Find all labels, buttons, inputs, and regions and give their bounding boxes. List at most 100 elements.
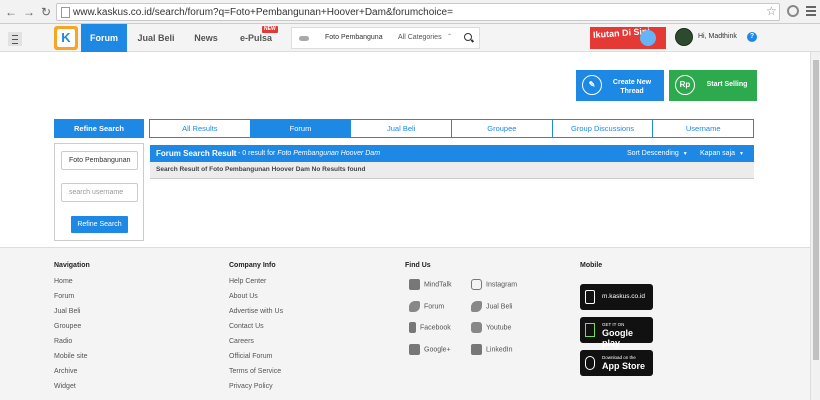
footer-link[interactable]: Widget xyxy=(54,383,90,398)
footer-link[interactable]: Jual Beli xyxy=(54,308,90,323)
refine-search-heading: Refine Search xyxy=(54,119,144,138)
instagram-icon xyxy=(471,279,482,290)
footer-heading: Company Info xyxy=(229,262,276,269)
forum-twitter-link[interactable]: Forum xyxy=(409,301,444,312)
footer-link[interactable]: Forum xyxy=(54,293,90,308)
category-select[interactable]: All Categories xyxy=(398,34,442,41)
mascot-icon xyxy=(640,30,656,46)
site-header: K Forum Jual Beli News e-Pulsa NEW Foto … xyxy=(0,24,820,52)
create-thread-button[interactable]: ✎ Create New Thread xyxy=(576,70,664,101)
hamburger-menu-icon[interactable] xyxy=(8,32,22,46)
help-icon[interactable]: ? xyxy=(747,32,757,42)
user-greeting[interactable]: Hi, Madthink xyxy=(698,33,737,40)
header-search-input[interactable]: Foto Pembanguna xyxy=(325,34,383,41)
footer: Navigation Home Forum Jual Beli Groupee … xyxy=(0,247,820,400)
tab-forum[interactable]: Forum xyxy=(249,119,352,138)
promo-banner[interactable]: Ikutan Di Sini xyxy=(590,27,666,49)
result-subtitle: - 0 result for Foto Pembangunan Hoover D… xyxy=(238,150,381,157)
pencil-icon: ✎ xyxy=(582,75,602,95)
phone-icon xyxy=(585,290,595,304)
facebook-icon xyxy=(409,322,416,333)
google-plus-icon xyxy=(409,344,420,355)
reload-icon[interactable]: ↻ xyxy=(39,5,53,19)
nav-forum[interactable]: Forum xyxy=(81,24,127,52)
time-filter-dropdown[interactable]: Kapan saja ▼ xyxy=(700,145,744,163)
mindtalk-icon xyxy=(409,279,420,290)
url-text: www.kaskus.co.id/search/forum?q=Foto+Pem… xyxy=(73,7,453,18)
username-search-input[interactable]: search username xyxy=(61,183,138,202)
footer-link[interactable]: About Us xyxy=(229,293,283,308)
refine-query-input[interactable]: Foto Pembangunan xyxy=(61,151,138,170)
result-title: Forum Search Result xyxy=(156,149,237,158)
extension-icon[interactable] xyxy=(787,5,799,17)
tab-groupee[interactable]: Groupee xyxy=(451,119,553,138)
tab-group-discussions[interactable]: Group Discussions xyxy=(551,119,654,138)
footer-find-us: Find Us xyxy=(405,262,431,278)
page-scrollbar[interactable] xyxy=(810,52,820,400)
twitter-icon xyxy=(409,301,420,312)
scrollbar-thumb[interactable] xyxy=(813,60,819,360)
footer-link[interactable]: Mobile site xyxy=(54,353,90,368)
play-store-icon xyxy=(585,323,595,337)
linkedin-link[interactable]: LinkedIn xyxy=(471,344,512,355)
bookmark-star-icon[interactable]: ☆ xyxy=(766,4,777,18)
mindtalk-link[interactable]: MindTalk xyxy=(409,279,452,290)
footer-navigation: Navigation Home Forum Jual Beli Groupee … xyxy=(54,262,90,398)
caret-down-icon: ▼ xyxy=(682,151,688,157)
footer-link[interactable]: Privacy Policy xyxy=(229,383,283,398)
footer-heading: Mobile xyxy=(580,262,603,269)
google-plus-link[interactable]: Google+ xyxy=(409,344,451,355)
twitter-icon xyxy=(471,301,482,312)
footer-heading: Navigation xyxy=(54,262,90,269)
footer-link[interactable]: Archive xyxy=(54,368,90,383)
browser-toolbar: ← → ↻ www.kaskus.co.id/search/forum?q=Fo… xyxy=(0,0,820,24)
google-play-badge[interactable]: GET IT ON Google play xyxy=(580,317,653,348)
footer-link[interactable]: Radio xyxy=(54,338,90,353)
footer-link[interactable]: Careers xyxy=(229,338,283,353)
result-header: Forum Search Result - 0 result for Foto … xyxy=(150,145,754,162)
nav-jual-beli[interactable]: Jual Beli xyxy=(133,24,179,52)
footer-link[interactable]: Official Forum xyxy=(229,353,283,368)
search-icon[interactable] xyxy=(464,33,472,41)
new-badge: NEW xyxy=(262,26,278,33)
rupiah-icon: Rp xyxy=(675,75,695,95)
refine-search-button[interactable]: Refine Search xyxy=(71,216,128,233)
tab-jual-beli[interactable]: Jual Beli xyxy=(350,119,453,138)
avatar[interactable] xyxy=(675,28,693,46)
footer-link[interactable]: Groupee xyxy=(54,323,90,338)
youtube-icon xyxy=(471,322,482,333)
footer-heading: Find Us xyxy=(405,262,431,269)
address-bar[interactable]: www.kaskus.co.id/search/forum?q=Foto+Pem… xyxy=(56,3,780,21)
linkedin-icon xyxy=(471,344,482,355)
mobile-site-badge[interactable]: m.kaskus.co.id xyxy=(580,284,653,310)
page-icon xyxy=(61,7,70,18)
footer-link[interactable]: Home xyxy=(54,278,90,293)
forward-icon[interactable]: → xyxy=(22,5,36,19)
apple-icon xyxy=(585,356,595,370)
youtube-link[interactable]: Youtube xyxy=(471,322,511,333)
facebook-link[interactable]: Facebook xyxy=(409,322,451,333)
caret-down-icon: ▼ xyxy=(739,151,744,157)
footer-link[interactable]: Contact Us xyxy=(229,323,283,338)
app-store-badge[interactable]: Download on the App Store xyxy=(580,350,653,376)
cloud-icon xyxy=(299,36,309,41)
back-icon[interactable]: ← xyxy=(4,5,18,19)
nav-news[interactable]: News xyxy=(186,24,226,52)
instagram-link[interactable]: Instagram xyxy=(471,279,517,290)
tab-all-results[interactable]: All Results xyxy=(149,119,251,138)
start-selling-button[interactable]: Rp Start Selling xyxy=(669,70,757,101)
browser-menu-icon[interactable] xyxy=(806,4,816,18)
tab-username[interactable]: Username xyxy=(652,119,755,138)
header-search[interactable]: Foto Pembanguna All Categories ⌃ xyxy=(291,27,480,49)
footer-company-info: Company Info Help Center About Us Advert… xyxy=(229,262,283,398)
sort-dropdown[interactable]: Sort Descending ▼ xyxy=(627,145,688,163)
kaskus-logo[interactable]: K xyxy=(54,26,78,50)
empty-result-message: Search Result of Foto Pembangunan Hoover… xyxy=(150,162,754,179)
footer-link[interactable]: Terms of Service xyxy=(229,368,283,383)
search-tabs: All Results Forum Jual Beli Groupee Grou… xyxy=(149,119,755,138)
footer-mobile: Mobile xyxy=(580,262,602,278)
jual-beli-twitter-link[interactable]: Jual Beli xyxy=(471,301,512,312)
footer-link[interactable]: Advertise with Us xyxy=(229,308,283,323)
chevron-down-icon[interactable]: ⌃ xyxy=(447,33,452,40)
footer-link[interactable]: Help Center xyxy=(229,278,283,293)
